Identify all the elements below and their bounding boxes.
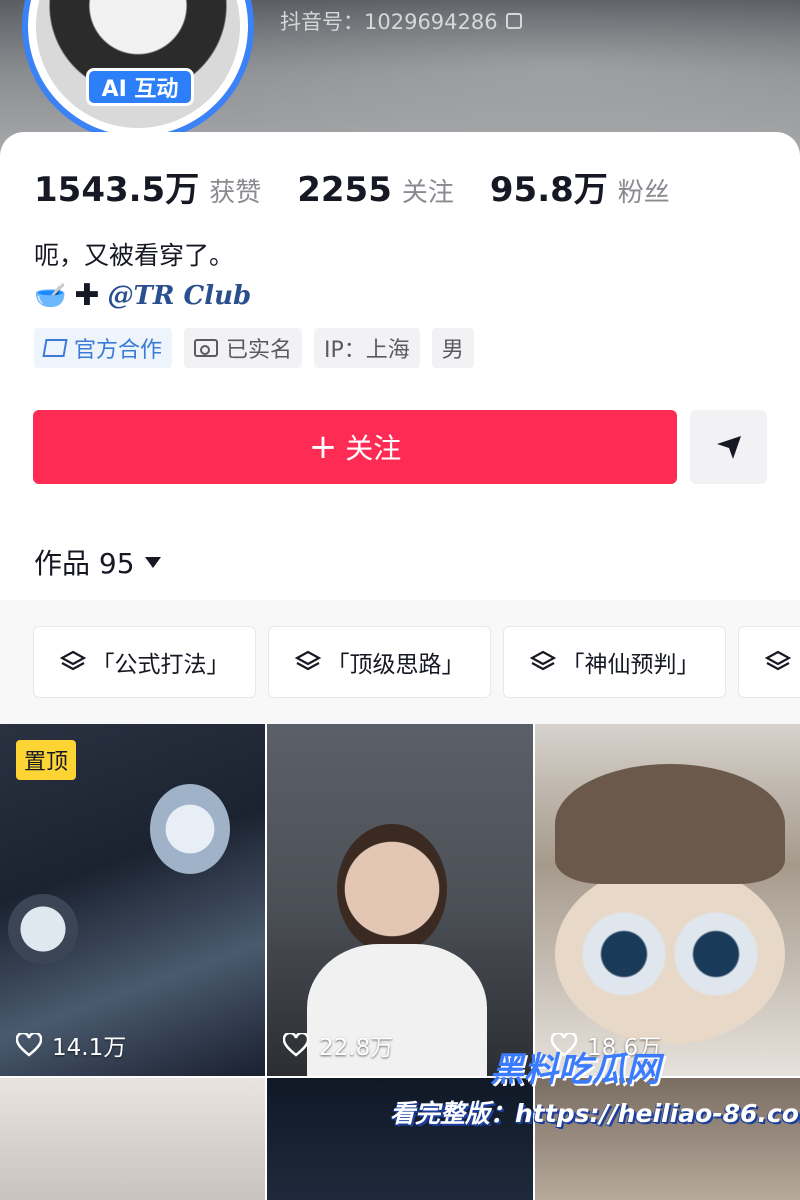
tag-gender: 男 bbox=[431, 328, 474, 368]
thumbnail-art bbox=[555, 864, 785, 1044]
collection-chip-partial[interactable] bbox=[738, 626, 800, 698]
stat-label: 关注 bbox=[401, 178, 454, 208]
tag-verified: 已实名 bbox=[184, 328, 303, 368]
thumbnail-art bbox=[555, 764, 785, 884]
follow-label: 关注 bbox=[345, 432, 402, 465]
tag-label: 已实名 bbox=[226, 338, 293, 363]
layers-icon bbox=[294, 650, 321, 671]
plus-icon: + bbox=[308, 427, 338, 467]
caret-down-icon bbox=[144, 556, 161, 568]
mention-link[interactable]: @TR Club bbox=[108, 281, 252, 311]
collection-label: 「顶级思路」 bbox=[326, 652, 465, 678]
pinned-badge: 置顶 bbox=[16, 740, 77, 780]
collection-chip[interactable]: 「公式打法」 bbox=[33, 626, 256, 698]
id-card-icon bbox=[194, 339, 219, 357]
stat-value: 2255 bbox=[297, 170, 392, 210]
profile-tags: 官方合作 已实名 IP：上海 男 bbox=[34, 328, 474, 368]
bio-mention-line: 🥣 ✚ @TR Club bbox=[34, 278, 251, 313]
send-message-button[interactable] bbox=[690, 410, 767, 484]
official-partner-icon bbox=[42, 339, 68, 357]
thumbnail-art bbox=[337, 824, 447, 954]
avatar-image bbox=[36, 0, 240, 128]
stat-followers[interactable]: 95.8万 粉丝 bbox=[490, 162, 670, 211]
douyin-id[interactable]: 抖音号：1029694286 bbox=[280, 6, 522, 36]
layers-icon bbox=[529, 650, 556, 671]
thumbnail-art bbox=[8, 894, 78, 964]
likes-count: 22.8万 bbox=[319, 1035, 394, 1061]
collection-list: 「公式打法」 「顶级思路」 「神仙预判」 bbox=[33, 626, 800, 698]
tag-label: IP：上海 bbox=[324, 338, 410, 363]
stat-label: 获赞 bbox=[209, 178, 262, 208]
collection-chip[interactable]: 「神仙预判」 bbox=[503, 626, 726, 698]
video-thumbnail[interactable]: 22.8万 bbox=[267, 724, 533, 1076]
stat-label: 粉丝 bbox=[617, 178, 670, 208]
stat-value: 1543.5万 bbox=[34, 170, 200, 210]
layers-icon bbox=[765, 650, 791, 671]
tag-official-partner[interactable]: 官方合作 bbox=[34, 328, 173, 368]
layers-icon bbox=[59, 650, 86, 671]
tag-label: 官方合作 bbox=[74, 338, 163, 363]
collection-label: 「公式打法」 bbox=[91, 652, 230, 678]
likes-count: 14.1万 bbox=[52, 1035, 127, 1061]
collection-chip[interactable]: 「顶级思路」 bbox=[268, 626, 491, 698]
tag-label: 男 bbox=[441, 338, 464, 363]
thumbnail-art bbox=[150, 784, 230, 874]
stats-row: 1543.5万 获赞 2255 关注 95.8万 粉丝 bbox=[34, 162, 670, 211]
plus-icon: ✚ bbox=[74, 278, 100, 313]
profile-card: 1543.5万 获赞 2255 关注 95.8万 粉丝 呃，又被看穿了。 🥣 ✚… bbox=[0, 132, 800, 1200]
video-thumbnail[interactable] bbox=[0, 1078, 265, 1200]
bowl-icon: 🥣 bbox=[34, 280, 67, 311]
tag-ip: IP：上海 bbox=[314, 328, 420, 368]
collection-label: 「神仙预判」 bbox=[561, 652, 700, 678]
copy-icon[interactable] bbox=[505, 13, 522, 29]
stat-value: 95.8万 bbox=[489, 170, 608, 210]
stat-likes[interactable]: 1543.5万 获赞 bbox=[34, 162, 261, 211]
video-likes: 14.1万 bbox=[16, 1028, 126, 1062]
ai-interact-badge[interactable]: AI 互动 bbox=[86, 68, 194, 106]
video-thumbnail[interactable]: 置顶 14.1万 bbox=[0, 724, 265, 1076]
video-likes: 22.8万 bbox=[283, 1028, 393, 1062]
bio-text: 呃，又被看穿了。 bbox=[34, 241, 235, 270]
works-label: 作品 95 bbox=[34, 547, 135, 580]
watermark-title: 黑料吃瓜网 bbox=[490, 1050, 660, 1090]
send-icon bbox=[716, 436, 741, 459]
follow-button[interactable]: + 关注 bbox=[33, 410, 677, 484]
heart-icon bbox=[283, 1033, 309, 1057]
stat-following[interactable]: 2255 关注 bbox=[297, 170, 454, 210]
watermark-url: 看完整版：https://heiliao-86.com bbox=[390, 1099, 800, 1128]
video-thumbnail[interactable]: 18.6万 bbox=[535, 724, 800, 1076]
douyin-id-text: 抖音号：1029694286 bbox=[280, 10, 498, 34]
works-tab[interactable]: 作品 95 bbox=[34, 542, 161, 582]
heart-icon bbox=[16, 1033, 42, 1057]
